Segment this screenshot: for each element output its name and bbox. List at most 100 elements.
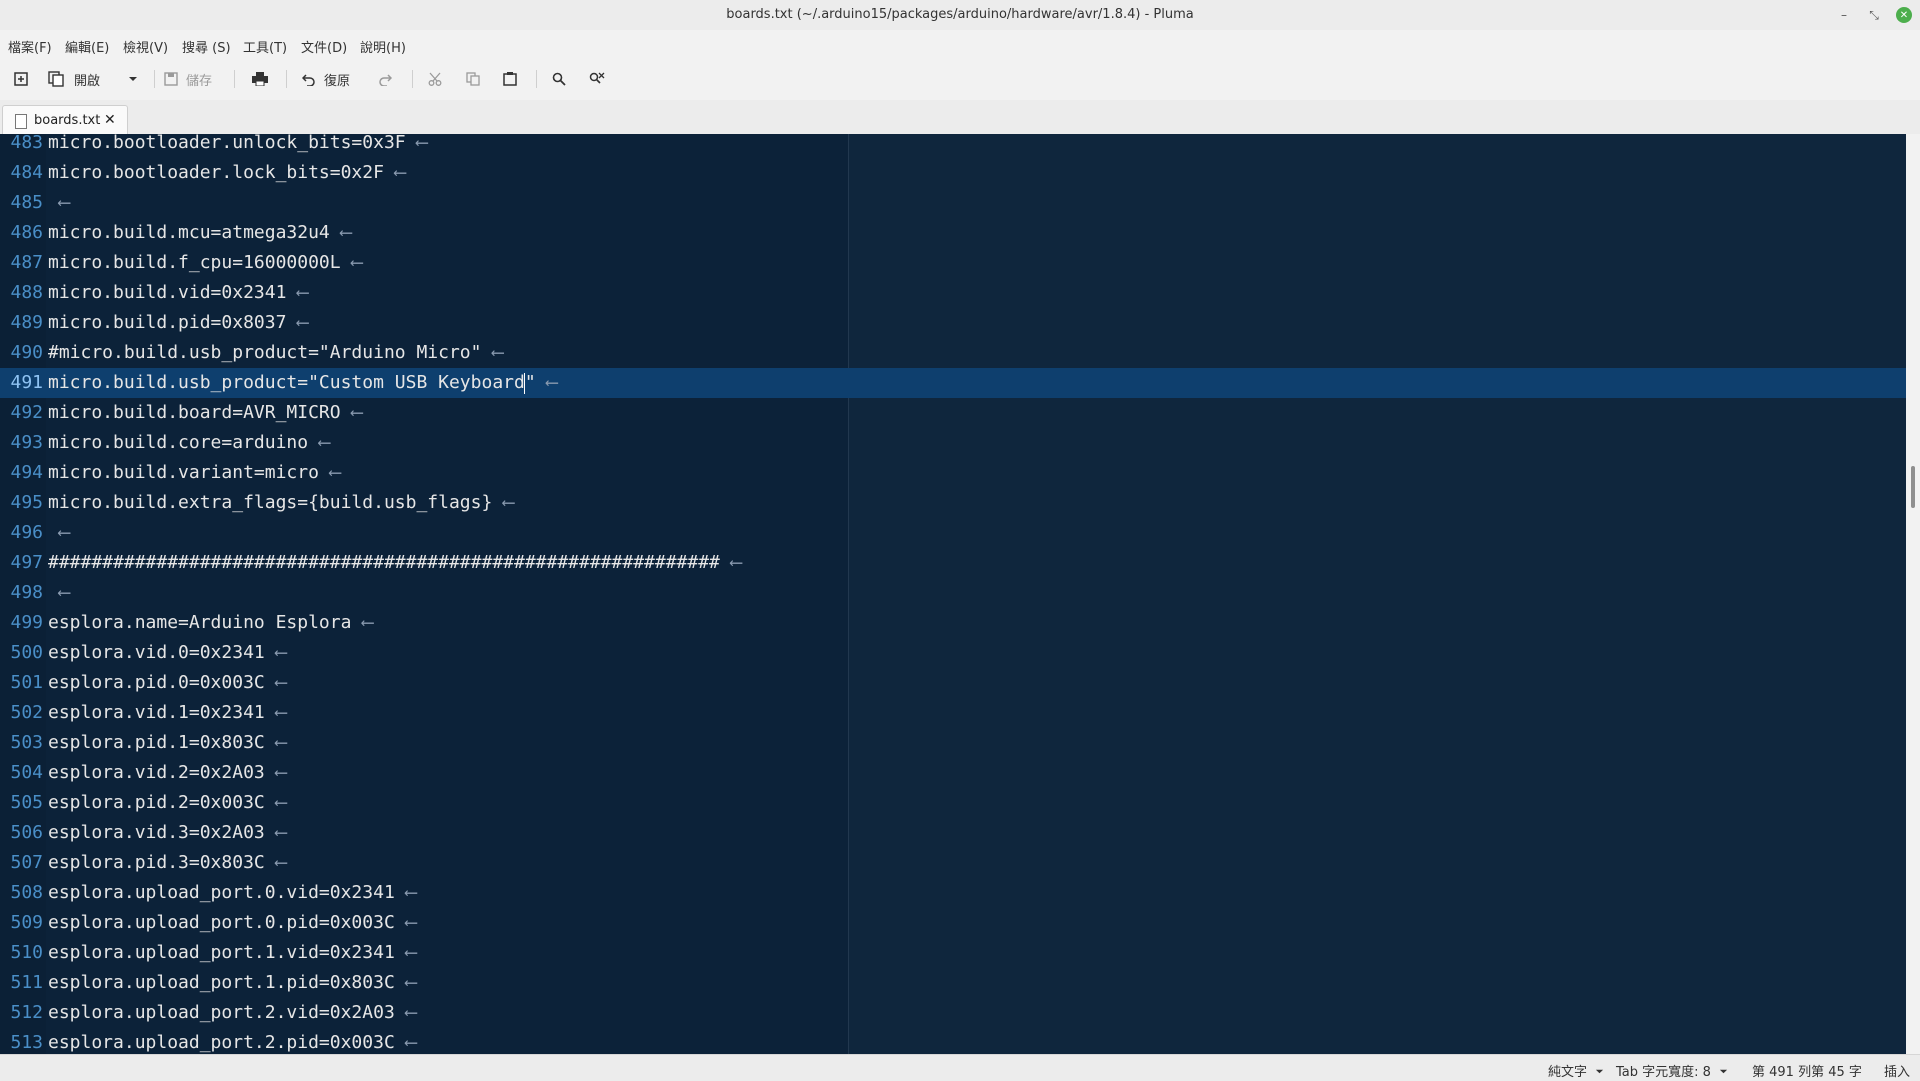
code-line[interactable]: 501 esplora.pid.0=0x003C ⟵ [0,668,1906,698]
replace-button[interactable] [589,70,605,88]
line-number: 507 [10,852,43,873]
menu-tools[interactable]: 工具(T) [243,37,287,56]
chevron-down-icon [129,77,137,81]
tab-boards-txt[interactable]: boards.txt ✕ [2,105,128,135]
find-button[interactable] [552,70,566,88]
line-end-marker-icon: ⟵ [340,222,352,243]
line-content: micro.build.mcu=atmega32u4 [48,222,330,243]
language-label: 純文字 [1548,1065,1588,1080]
save-button[interactable]: 儲存 [164,70,212,89]
code-line[interactable]: 494 micro.build.variant=micro ⟵ [0,458,1906,488]
line-number: 508 [10,882,43,903]
code-line[interactable]: 506 esplora.vid.3=0x2A03 ⟵ [0,818,1906,848]
code-text: micro.build.core=arduino ⟵ [48,428,330,458]
code-line[interactable]: 509 esplora.upload_port.0.pid=0x003C ⟵ [0,908,1906,938]
code-line[interactable]: 492 micro.build.board=AVR_MICRO ⟵ [0,398,1906,428]
copy-button[interactable] [466,70,480,88]
line-content: esplora.pid.1=0x803C [48,732,265,753]
code-line[interactable]: 484 micro.bootloader.lock_bits=0x2F ⟵ [0,158,1906,188]
close-window-button[interactable]: ✕ [1896,7,1912,23]
menu-search[interactable]: 搜尋 (S) [182,37,231,56]
line-number: 493 [10,432,43,453]
code-line[interactable]: 486 micro.build.mcu=atmega32u4 ⟵ [0,218,1906,248]
text-editor[interactable]: 483 micro.bootloader.unlock_bits=0x3F ⟵ 48… [0,134,1906,1054]
code-line[interactable]: 513 esplora.upload_port.2.pid=0x003C ⟵ [0,1028,1906,1054]
open-button[interactable]: 開啟 [48,70,100,89]
code-line[interactable]: 491 micro.build.usb_product="Custom USB K… [0,368,1906,398]
code-text: esplora.vid.0=0x2341 ⟵ [48,638,286,668]
line-content: esplora.vid.3=0x2A03 [48,822,265,843]
line-number: 496 [10,522,43,543]
code-line[interactable]: 507 esplora.pid.3=0x803C ⟵ [0,848,1906,878]
save-icon [164,72,178,86]
open-recent-dropdown[interactable] [128,70,138,88]
code-line[interactable]: 485 ⟵ [0,188,1906,218]
line-end-marker-icon: ⟵ [275,732,287,753]
cut-button[interactable] [428,70,442,88]
line-content: micro.build.board=AVR_MICRO [48,402,341,423]
code-line[interactable]: 499 esplora.name=Arduino Esplora ⟵ [0,608,1906,638]
code-line[interactable]: 488 micro.build.vid=0x2341 ⟵ [0,278,1906,308]
line-end-marker-icon: ⟵ [275,672,287,693]
line-content: esplora.upload_port.1.vid=0x2341 [48,942,395,963]
line-content: esplora.upload_port.1.pid=0x803C [48,972,395,993]
vertical-scrollbar[interactable] [1906,134,1920,1054]
redo-button[interactable] [378,70,392,88]
line-content: esplora.pid.0=0x003C [48,672,265,693]
undo-button[interactable]: 復原 [302,70,350,89]
code-line[interactable]: 495 micro.build.extra_flags={build.usb_fl… [0,488,1906,518]
line-number: 502 [10,702,43,723]
code-line[interactable]: 503 esplora.pid.1=0x803C ⟵ [0,728,1906,758]
code-line[interactable]: 508 esplora.upload_port.0.vid=0x2341 ⟵ [0,878,1906,908]
line-end-marker-icon: ⟵ [275,702,287,723]
code-line[interactable]: 500 esplora.vid.0=0x2341 ⟵ [0,638,1906,668]
language-selector[interactable]: 純文字 [1548,1061,1604,1080]
code-line[interactable]: 487 micro.build.f_cpu=16000000L ⟵ [0,248,1906,278]
code-text: esplora.pid.1=0x803C ⟵ [48,728,286,758]
print-button[interactable] [252,70,268,88]
code-line[interactable]: 498 ⟵ [0,578,1906,608]
menu-help[interactable]: 說明(H) [360,37,406,56]
tab-close-button[interactable]: ✕ [104,112,116,128]
menu-view[interactable]: 檢視(V) [123,37,168,56]
line-number: 485 [10,192,43,213]
code-line[interactable]: 493 micro.build.core=arduino ⟵ [0,428,1906,458]
code-line[interactable]: 505 esplora.pid.2=0x003C ⟵ [0,788,1906,818]
title-bar[interactable]: boards.txt (~/.arduino15/packages/arduin… [0,0,1920,30]
chevron-down-icon [1719,1069,1728,1074]
code-text: micro.build.usb_product="Custom USB Keyb… [48,368,557,398]
line-end-marker-icon: ⟵ [405,882,417,903]
new-document-button[interactable] [14,70,28,88]
line-content: esplora.upload_port.0.pid=0x003C [48,912,395,933]
code-line[interactable]: 483 micro.bootloader.unlock_bits=0x3F ⟵ [0,134,1906,158]
line-content: micro.build.usb_product="Custom USB Keyb… [48,372,525,393]
code-line[interactable]: 490 #micro.build.usb_product="Arduino Mic… [0,338,1906,368]
chevron-down-icon [1596,1069,1604,1074]
menu-documents[interactable]: 文件(D) [301,37,347,56]
code-line[interactable]: 496 ⟵ [0,518,1906,548]
menu-file[interactable]: 檔案(F) [8,37,52,56]
line-end-marker-icon: ⟵ [58,192,70,213]
document-tab-bar: boards.txt ✕ [0,100,1920,135]
code-line[interactable]: 504 esplora.vid.2=0x2A03 ⟵ [0,758,1906,788]
paste-icon [503,72,517,86]
tab-width-selector[interactable]: Tab 字元寬度: 8 [1616,1061,1728,1080]
line-number: 486 [10,222,43,243]
code-line[interactable]: 502 esplora.vid.1=0x2341 ⟵ [0,698,1906,728]
line-end-marker-icon: ⟵ [329,462,341,483]
line-end-marker-icon: ⟵ [275,792,287,813]
minimize-button[interactable]: – [1834,5,1854,25]
scrollbar-thumb[interactable] [1911,466,1915,508]
redo-icon [379,74,392,86]
code-line[interactable]: 497 #####################################… [0,548,1906,578]
code-line[interactable]: 512 esplora.upload_port.2.vid=0x2A03 ⟵ [0,998,1906,1028]
code-line[interactable]: 511 esplora.upload_port.1.pid=0x803C ⟵ [0,968,1906,998]
code-line[interactable]: 510 esplora.upload_port.1.vid=0x2341 ⟵ [0,938,1906,968]
code-text: esplora.upload_port.1.vid=0x2341 ⟵ [48,938,416,968]
toolbar: 開啟 儲存 復原 [0,58,1920,101]
code-text: esplora.pid.3=0x803C ⟵ [48,848,286,878]
paste-button[interactable] [503,70,517,88]
menu-edit[interactable]: 編輯(E) [65,37,109,56]
code-line[interactable]: 489 micro.build.pid=0x8037 ⟵ [0,308,1906,338]
restore-button[interactable]: ⤡ [1864,5,1884,25]
